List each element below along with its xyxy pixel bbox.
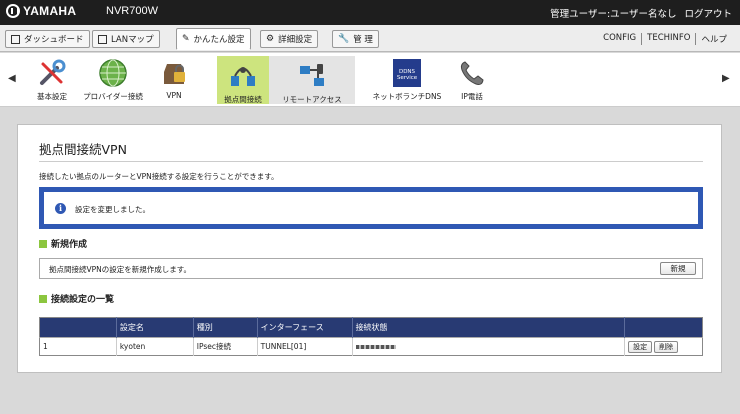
column-header-number	[39, 317, 117, 338]
tools-icon	[35, 58, 69, 88]
tab-easy-setup[interactable]: ✎ かんたん設定	[176, 28, 251, 50]
top-bar: YAMAHA NVR700W 管理ユーザー:ユーザー名なし ログアウト	[0, 0, 740, 25]
main-panel: 拠点間接続VPN 接続したい拠点のルーターとVPN接続する設定を行うことができま…	[17, 124, 722, 373]
column-header-type: 種別	[193, 317, 258, 338]
scroll-right-arrow-icon[interactable]: ▶	[722, 73, 730, 84]
edit-button[interactable]: 設定	[628, 340, 653, 353]
notice-box: i 設定を変更しました。	[39, 187, 703, 229]
phone-icon	[455, 58, 489, 88]
cell-interface: TUNNEL[01]	[257, 337, 353, 356]
logout-link[interactable]: ログアウト	[684, 6, 732, 20]
menu-label: 拠点間接続	[224, 95, 262, 104]
connection-status-indicator	[355, 345, 396, 349]
ddns-service-icon: DDNS Service	[390, 58, 424, 88]
menu-label: プロバイダー接続	[83, 92, 143, 101]
menu-remote-access[interactable]: リモートアクセス	[269, 56, 355, 104]
table-header-row: 設定名 種別 インターフェース 接続状態	[39, 317, 703, 338]
remote-access-icon	[295, 61, 329, 91]
function-icon-bar: ◀ 基本設定 プロバイダー接続 VPN 拠点間接続 リモートアクセス DDNS …	[0, 53, 740, 107]
tab-dashboard[interactable]: ダッシュボード	[5, 30, 90, 48]
new-button[interactable]: 新規	[660, 262, 696, 275]
lan-map-icon	[98, 34, 107, 44]
page-title: 拠点間接続VPN	[39, 142, 127, 157]
cell-actions: 設定 削除	[624, 337, 703, 356]
section-heading-text: 接続設定の一覧	[51, 295, 115, 305]
column-header-actions	[624, 317, 703, 338]
connection-settings-table: 設定名 種別 インターフェース 接続状態 1 kyoten IPsec接続 TU…	[39, 317, 703, 356]
column-header-name: 設定名	[116, 317, 194, 338]
menu-provider-connection[interactable]: プロバイダー接続	[78, 53, 148, 107]
cell-status	[352, 337, 626, 356]
cell-name: kyoten	[116, 337, 194, 356]
menu-basic-settings[interactable]: 基本設定	[30, 53, 74, 107]
techinfo-link[interactable]: TECHINFO	[641, 33, 695, 45]
tab-label: LANマップ	[111, 35, 154, 45]
easy-setup-icon: ✎	[182, 33, 190, 44]
dashboard-icon	[11, 34, 20, 44]
notice-message: 設定を変更しました。	[75, 205, 150, 214]
section-heading-text: 新規作成	[51, 240, 88, 250]
tab-lan-map[interactable]: LANマップ	[92, 30, 160, 48]
vpn-lock-icon	[157, 58, 191, 88]
tab-advanced-settings[interactable]: ⚙ 詳細設定	[260, 30, 319, 48]
user-label: 管理ユーザー:ユーザー名なし	[550, 9, 677, 20]
globe-icon	[96, 58, 130, 88]
menu-label: VPN	[166, 91, 182, 100]
main-tab-bar: ダッシュボード LANマップ ✎ かんたん設定 ⚙ 詳細設定 🔧 管 理 CON…	[0, 25, 740, 52]
menu-netvolante-dns[interactable]: DDNS Service ネットボランチDNS	[367, 53, 447, 107]
table-row: 1 kyoten IPsec接続 TUNNEL[01] 設定 削除	[39, 337, 703, 356]
model-name: NVR700W	[106, 5, 158, 17]
ddns-badge-text: Service	[396, 75, 418, 81]
tab-label: ダッシュボード	[24, 35, 84, 45]
delete-button[interactable]: 削除	[654, 340, 679, 353]
scroll-left-arrow-icon[interactable]: ◀	[8, 73, 16, 84]
column-header-status: 接続状態	[352, 317, 626, 338]
menu-label: ネットボランチDNS	[372, 92, 442, 101]
brand-name: YAMAHA	[23, 4, 77, 18]
yamaha-mark-icon	[6, 4, 20, 18]
menu-vpn[interactable]: VPN	[156, 53, 192, 107]
cell-number: 1	[39, 337, 117, 356]
help-link[interactable]: ヘルプ	[695, 33, 732, 45]
site-to-site-icon	[226, 61, 260, 91]
section-heading-new: 新規作成	[39, 237, 87, 250]
tab-label: 詳細設定	[278, 35, 313, 45]
column-header-interface: インターフェース	[257, 317, 353, 338]
tab-label: かんたん設定	[193, 35, 245, 45]
config-link[interactable]: CONFIG	[598, 33, 641, 45]
menu-label: リモートアクセス	[282, 95, 342, 104]
section-marker-icon	[39, 294, 47, 303]
new-create-text: 拠点間接続VPNの設定を新規作成します。	[49, 265, 192, 274]
gear-icon: ⚙	[266, 33, 275, 44]
page-description: 接続したい拠点のルーターとVPN接続する設定を行うことができます。	[39, 172, 279, 181]
tab-management[interactable]: 🔧 管 理	[332, 30, 379, 48]
new-create-box: 拠点間接続VPNの設定を新規作成します。 新規	[39, 258, 703, 279]
wrench-icon: 🔧	[338, 33, 350, 44]
info-icon: i	[55, 203, 66, 214]
yamaha-logo: YAMAHA	[6, 4, 76, 18]
cell-type: IPsec接続	[193, 337, 258, 356]
section-marker-icon	[39, 239, 47, 248]
menu-label: 基本設定	[37, 92, 67, 101]
menu-label: IP電話	[461, 92, 483, 101]
tab-label: 管 理	[353, 35, 373, 45]
title-divider	[39, 161, 703, 162]
menu-site-to-site[interactable]: 拠点間接続	[217, 56, 269, 104]
section-heading-list: 接続設定の一覧	[39, 292, 114, 305]
menu-ip-phone[interactable]: IP電話	[452, 53, 492, 107]
